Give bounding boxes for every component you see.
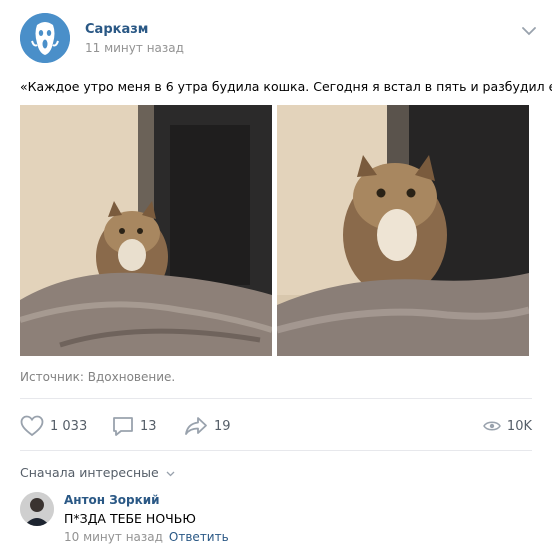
- cat-photo-image: [277, 105, 529, 356]
- post-photo[interactable]: [277, 105, 529, 356]
- group-avatar[interactable]: [20, 13, 70, 63]
- comment-count: 13: [140, 418, 157, 434]
- post-photo[interactable]: [20, 105, 272, 356]
- scream-avatar-icon: [20, 13, 70, 63]
- comments-sort-dropdown[interactable]: Сначала интересные: [20, 465, 175, 480]
- post-author[interactable]: Сарказм: [85, 22, 148, 37]
- comment-avatar[interactable]: [20, 492, 54, 526]
- post-card: Сарказм 11 минут назад «Каждое утро меня…: [0, 0, 552, 556]
- share-button[interactable]: 19: [184, 414, 231, 438]
- comment-time[interactable]: 10 минут назад: [64, 530, 163, 544]
- comment-icon: [113, 417, 133, 436]
- comment-meta: 10 минут назад Ответить: [64, 530, 229, 544]
- like-count: 1 033: [50, 418, 88, 434]
- share-count: 19: [214, 418, 231, 434]
- views-count: 10K: [506, 418, 532, 434]
- reply-button[interactable]: Ответить: [169, 530, 229, 544]
- share-icon: [185, 417, 207, 435]
- post-actions: 1 033 13 19 10K: [20, 414, 532, 438]
- comment-button[interactable]: 13: [112, 414, 157, 438]
- divider: [20, 450, 532, 451]
- like-button[interactable]: 1 033: [20, 414, 87, 438]
- comments-sort-label: Сначала интересные: [20, 465, 159, 480]
- post-text: «Каждое утро меня в 6 утра будила кошка.…: [20, 79, 552, 94]
- chevron-down-icon[interactable]: [522, 26, 536, 36]
- heart-icon: [20, 415, 44, 437]
- divider: [20, 398, 532, 399]
- views-counter: 10K: [483, 414, 532, 438]
- post-time[interactable]: 11 минут назад: [85, 41, 184, 55]
- comment-text: П*ЗДА ТЕБЕ НОЧЬЮ: [64, 511, 196, 526]
- cat-photo-image: [20, 105, 272, 356]
- user-avatar-image: [20, 492, 54, 526]
- chevron-down-icon: [166, 471, 175, 476]
- comment-author[interactable]: Антон Зоркий: [64, 493, 160, 507]
- post-source: Источник: Вдохновение.: [20, 370, 176, 384]
- eye-icon: [483, 421, 501, 431]
